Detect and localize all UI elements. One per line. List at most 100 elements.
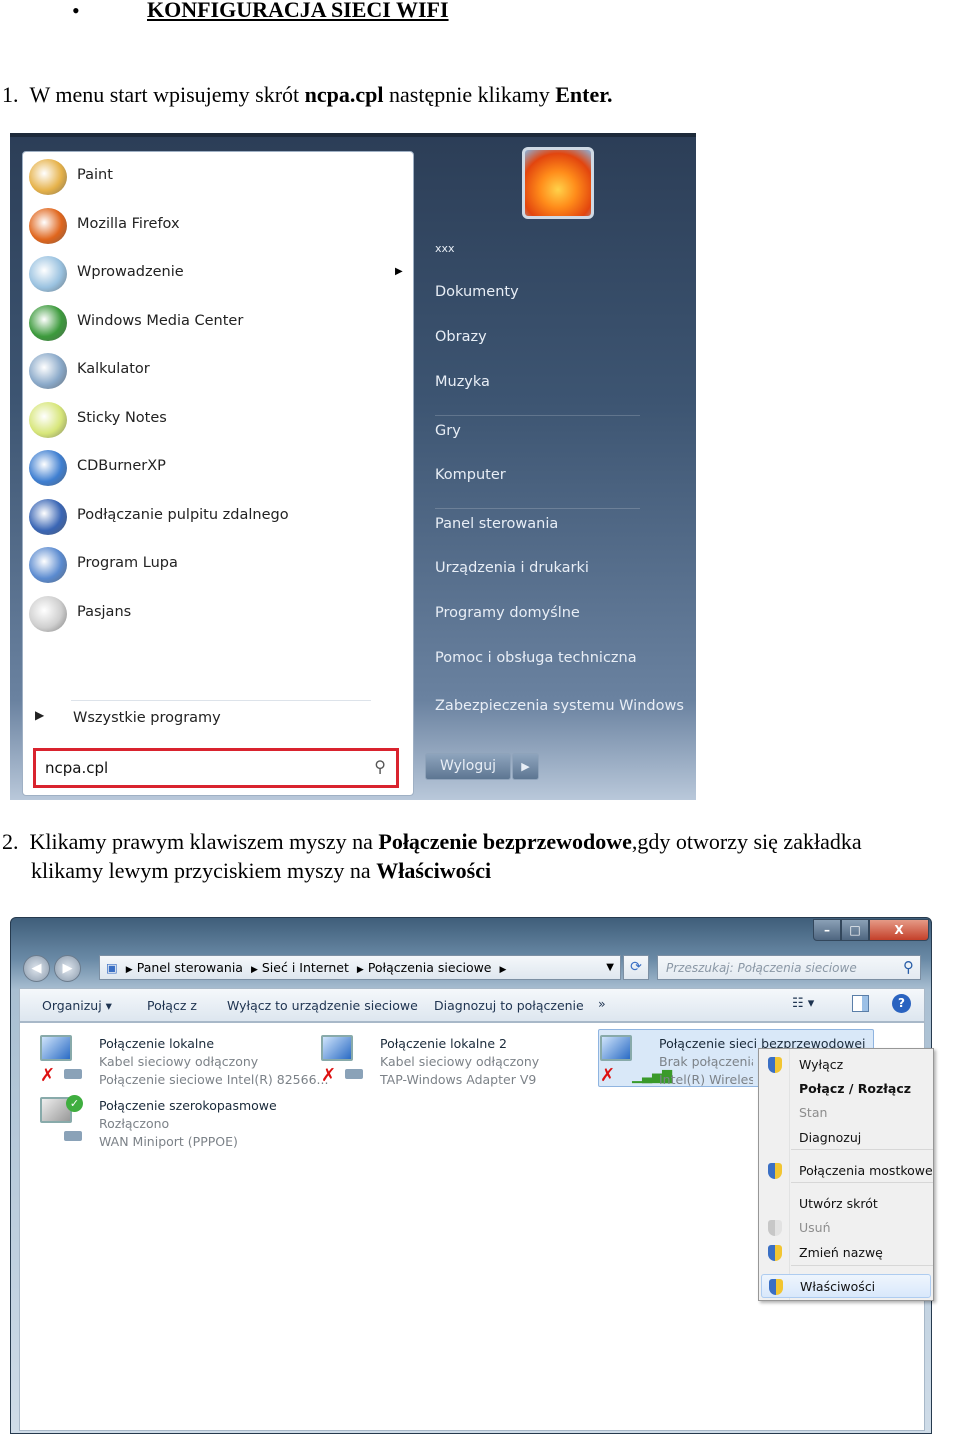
start-menu-link[interactable]: Gry [435, 423, 461, 439]
context-menu-item[interactable]: Wyłącz [761, 1053, 931, 1077]
minimize-button[interactable]: – [813, 919, 841, 941]
context-menu-label: Utwórz skrót [799, 1196, 878, 1211]
program-item[interactable]: Wprowadzenie ▶ [27, 254, 407, 294]
start-menu-link[interactable]: Urządzenia i drukarki [435, 560, 589, 576]
start-menu-link[interactable]: Panel sterowania [435, 516, 558, 532]
context-menu-item[interactable]: Diagnozuj [761, 1126, 931, 1150]
program-item[interactable]: Kalkulator [27, 351, 407, 391]
breadcrumb-item[interactable]: Panel sterowania [137, 960, 243, 975]
address-bar[interactable]: ▣ ▶ Panel sterowania ▶ Sieć i Internet ▶ Po… [99, 955, 621, 980]
connection-item[interactable]: ✗ Połączenie lokalne Kabel sieciowy odłą… [40, 1035, 328, 1091]
bullet: • [72, 0, 80, 23]
start-menu-link[interactable]: Programy domyślne [435, 605, 580, 621]
context-menu-item[interactable]: Usuń [761, 1216, 931, 1240]
program-item[interactable]: Windows Media Center [27, 303, 407, 343]
program-label: Pasjans [77, 603, 132, 620]
start-menu-link[interactable]: Muzyka [435, 374, 490, 390]
start-menu-link[interactable]: Obrazy [435, 329, 487, 345]
back-button[interactable]: ◀ [23, 955, 50, 982]
breadcrumb-separator-icon: ▶ [250, 965, 258, 975]
start-menu-link[interactable]: Zabezpieczenia systemu Windows [435, 698, 684, 714]
connection-adapter: Połączenie sieciowe Intel(R) 82566... [99, 1072, 329, 1087]
network-adapter-icon [345, 1069, 363, 1079]
program-item[interactable]: Pasjans [27, 594, 407, 634]
connection-adapter: Intel(R) Wireless [659, 1072, 753, 1087]
connect-to-button[interactable]: Połącz z [147, 998, 197, 1013]
start-menu-link[interactable]: xxx [435, 242, 455, 255]
organize-menu[interactable]: Organizuj ▾ [42, 998, 112, 1013]
solitaire-icon [29, 595, 67, 632]
dropdown-arrow-icon[interactable]: ▼ [606, 956, 614, 979]
context-menu-item[interactable]: Utwórz skrót [761, 1192, 931, 1216]
breadcrumb-separator-icon: ▶ [499, 965, 507, 975]
program-label: Sticky Notes [77, 409, 167, 426]
shutdown-options-arrow-icon[interactable]: ▶ [512, 753, 539, 780]
view-options-icon[interactable]: ☷ ▾ [792, 996, 814, 1011]
cd-icon [29, 450, 67, 486]
arrow-right-icon: ▶ [35, 708, 45, 722]
context-menu-label: Diagnozuj [799, 1130, 862, 1145]
program-label: Wprowadzenie [77, 264, 184, 280]
program-label: Windows Media Center [77, 312, 244, 329]
program-label: Mozilla Firefox [77, 215, 180, 232]
diagnose-button[interactable]: Diagnozuj to połączenie [434, 998, 584, 1013]
start-search-input[interactable]: ncpa.cpl ⚲ [33, 748, 399, 788]
context-menu-item[interactable]: Właściwości [761, 1274, 931, 1298]
context-menu-item[interactable]: Połączenia mostkowe [761, 1159, 933, 1183]
remote-desktop-icon [29, 498, 67, 535]
control-panel-icon: ▣ [106, 960, 118, 975]
program-item[interactable]: CDBurnerXP [27, 448, 407, 488]
all-programs[interactable]: Wszystkie programy [73, 710, 221, 726]
program-item[interactable]: Sticky Notes [27, 400, 407, 440]
search-input[interactable]: Przeszukaj: Połączenia sieciowe ⚲ [657, 955, 921, 980]
connected-check-icon: ✓ [66, 1095, 83, 1112]
breadcrumb-item[interactable]: Sieć i Internet [262, 960, 349, 975]
program-item[interactable]: Podłączanie pulpitu zdalnego [27, 497, 407, 537]
program-label: Kalkulator [77, 361, 150, 377]
breadcrumb-item[interactable]: Połączenia sieciowe [368, 960, 492, 975]
program-label: Podłączanie pulpitu zdalnego [77, 506, 289, 523]
network-adapter-icon [64, 1131, 82, 1141]
start-menu-link[interactable]: Dokumenty [435, 284, 519, 300]
divider [71, 700, 371, 701]
context-menu-item[interactable]: Zmień nazwę [761, 1241, 931, 1265]
disable-device-button[interactable]: Wyłącz to urządzenie sieciowe [227, 998, 418, 1013]
program-item[interactable]: Program Lupa [27, 545, 407, 585]
magnifier-icon [29, 547, 67, 583]
connection-item[interactable]: ✓ Połączenie szerokopasmowe Rozłączono W… [40, 1095, 310, 1153]
context-menu-label: Zmień nazwę [799, 1245, 883, 1260]
divider [791, 1265, 933, 1266]
user-avatar[interactable] [522, 147, 594, 219]
text: ,gdy otworzy się zakładka [631, 829, 862, 854]
search-icon: ⚲ [903, 958, 914, 976]
more-commands-button[interactable]: » [598, 996, 606, 1011]
network-connections-window: – □ X ◀ ▶ ▣ ▶ Panel sterowania ▶ Sieć i In… [10, 917, 934, 1434]
step-number: 2. [2, 829, 19, 854]
program-item[interactable]: Mozilla Firefox [27, 206, 407, 246]
disconnected-x-icon: ✗ [600, 1065, 616, 1086]
context-menu-item[interactable]: Stan [761, 1101, 931, 1125]
context-menu-label: Właściwości [800, 1279, 876, 1294]
refresh-icon[interactable]: ⟳ [623, 955, 649, 980]
step-number: 1. [2, 82, 19, 107]
context-menu-label: Stan [799, 1105, 828, 1120]
search-value: ncpa.cpl [45, 759, 109, 777]
logoff-button[interactable]: Wyloguj [425, 753, 511, 780]
document-heading: KONFIGURACJA SIECI WIFI [147, 0, 449, 22]
connection-item[interactable]: ✗ Połączenie lokalne 2 Kabel sieciowy od… [321, 1035, 591, 1091]
connection-name: Połączenie lokalne [99, 1036, 215, 1051]
connection-name: Połączenie szerokopasmowe [99, 1098, 277, 1113]
close-button[interactable]: X [869, 919, 929, 941]
preview-pane-icon[interactable] [852, 995, 869, 1012]
program-label: Program Lupa [77, 555, 178, 571]
context-menu-item[interactable]: Połącz / Rozłącz [761, 1077, 931, 1101]
program-item[interactable]: Paint [27, 157, 407, 197]
sticky-notes-icon [29, 401, 67, 438]
help-icon[interactable]: ? [892, 994, 911, 1013]
start-menu-link[interactable]: Pomoc i obsługa techniczna [435, 650, 637, 666]
start-menu-link[interactable]: Komputer [435, 467, 506, 483]
forward-button[interactable]: ▶ [54, 955, 81, 982]
context-menu-label: Połącz / Rozłącz [799, 1081, 912, 1096]
maximize-button[interactable]: □ [841, 919, 869, 941]
start-menu-programs-panel: Paint Mozilla Firefox Wprowadzenie ▶ Windows… [22, 151, 414, 796]
